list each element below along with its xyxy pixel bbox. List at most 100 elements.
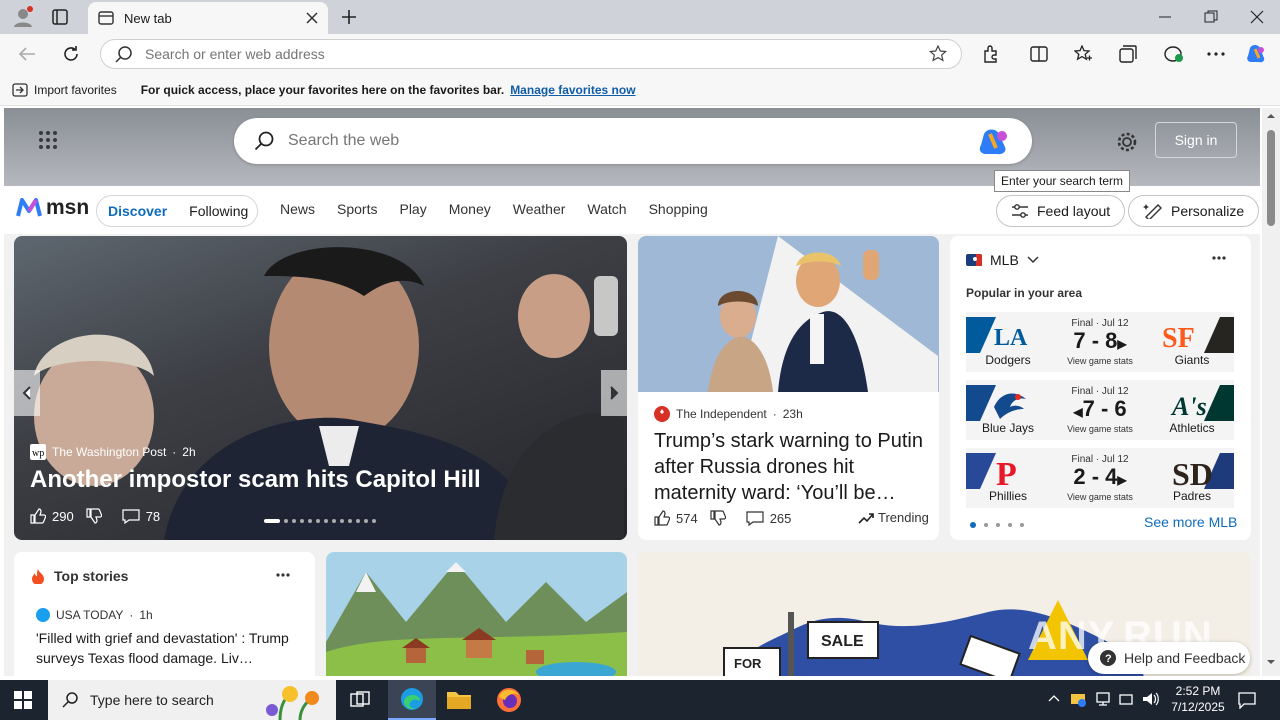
copilot-icon[interactable] [1246,43,1268,65]
web-search-box[interactable] [234,118,1032,164]
file-explorer-icon[interactable] [446,688,472,710]
game-row[interactable]: Blue Jays Final · Jul 12 ◀7 - 6 View gam… [966,380,1234,440]
indicator[interactable] [356,519,360,523]
carousel-prev-button[interactable] [14,370,40,416]
nav-shopping[interactable]: Shopping [649,201,708,217]
clock-date: 7/12/2025 [1171,700,1225,714]
sign-in-button[interactable]: Sign in [1155,122,1237,158]
security-tray-icon[interactable] [1070,691,1086,707]
favorites-icon[interactable] [1074,45,1092,63]
feed-layout-button[interactable]: Feed layout [996,195,1126,227]
new-tab-button[interactable] [340,8,358,26]
game-row[interactable]: LA Dodgers Final · Jul 12 7 - 8▶ View ga… [966,312,1234,372]
close-tab-icon[interactable] [306,12,318,24]
split-screen-icon[interactable] [1030,45,1048,63]
address-input[interactable] [145,46,917,62]
browser-essentials-icon[interactable] [1163,45,1183,63]
clock[interactable]: 2:52 PM 7/12/2025 [1168,683,1228,715]
more-options-icon[interactable] [1207,52,1225,56]
nav-play[interactable]: Play [399,201,426,217]
nav-watch[interactable]: Watch [587,201,626,217]
nav-news[interactable]: News [280,201,315,217]
show-hidden-icons-icon[interactable] [1048,694,1060,702]
nav-money[interactable]: Money [449,201,491,217]
dislike-icon[interactable] [710,510,726,526]
second-headline[interactable]: Trump’s stark warning to Putin after Rus… [654,428,924,506]
pager-dot-active[interactable] [970,522,976,528]
top-stories-more-icon[interactable] [276,573,290,577]
carousel-next-button[interactable] [601,370,627,416]
profile-icon[interactable] [12,6,34,28]
back-icon[interactable] [18,46,36,62]
tab-following[interactable]: Following [178,203,259,219]
indicator[interactable] [348,519,352,523]
indicator[interactable] [372,519,376,523]
manage-favorites-link[interactable]: Manage favorites now [510,83,635,97]
apps-launcher-icon[interactable] [38,130,58,150]
help-feedback-button[interactable]: ? Help and Feedback [1088,642,1250,674]
tab-discover[interactable]: Discover [97,203,178,219]
indicator[interactable] [340,519,344,523]
web-search-input[interactable] [288,132,964,150]
top-story-headline[interactable]: 'Filled with grief and devastation' : Tr… [36,628,300,670]
notifications-icon[interactable] [1238,691,1256,709]
task-view-icon[interactable] [350,691,370,709]
nav-weather[interactable]: Weather [513,201,566,217]
hero-headline[interactable]: Another impostor scam hits Capitol Hill [30,466,481,494]
view-game-stats-link[interactable]: View game stats [1050,492,1150,502]
import-favorites-button[interactable]: Import favorites [34,83,117,97]
tab-new-tab[interactable]: New tab [88,2,328,34]
firefox-icon[interactable] [496,687,522,713]
second-story-card[interactable]: The Independent · 23h Trump’s stark warn… [638,236,939,540]
view-game-stats-link[interactable]: View game stats [1050,356,1150,366]
view-game-stats-link[interactable]: View game stats [1050,424,1150,434]
pager-dot[interactable] [1020,523,1024,527]
personalize-button[interactable]: Personalize [1128,195,1260,227]
start-windows-icon[interactable] [14,691,32,709]
indicator[interactable] [300,519,304,523]
indicator[interactable] [284,519,288,523]
like-icon[interactable] [654,510,670,526]
tab-actions-icon[interactable] [52,9,68,25]
page-scrollbar[interactable] [1262,108,1280,676]
comment-icon[interactable] [122,508,140,524]
network-tray-icon[interactable] [1095,691,1111,707]
taskbar-search-box[interactable]: Type here to search [48,680,336,720]
indicator[interactable] [308,519,312,523]
settings-gear-icon[interactable] [1116,131,1138,153]
like-icon[interactable] [30,508,46,524]
indicator[interactable] [324,519,328,523]
indicator[interactable] [292,519,296,523]
game-row[interactable]: P Phillies Final · Jul 12 2 - 4▶ View ga… [966,448,1234,508]
svg-text:?: ? [1105,653,1112,665]
indicator[interactable] [332,519,336,523]
msn-logo[interactable]: msn [16,196,89,220]
copilot-icon[interactable] [978,126,1012,156]
see-more-mlb-link[interactable]: See more MLB [1144,514,1237,530]
game-illustration-card[interactable] [326,552,627,676]
wifi-tray-icon[interactable] [1118,691,1134,707]
search-icon [115,46,132,63]
hero-story-card[interactable]: wp The Washington Post · 2h Another impo… [14,236,627,540]
indicator[interactable] [316,519,320,523]
pager-dot[interactable] [1008,523,1012,527]
mlb-more-options-icon[interactable] [1212,256,1226,260]
nav-sports[interactable]: Sports [337,201,377,217]
pager-dot[interactable] [996,523,1000,527]
comment-icon[interactable] [746,510,764,526]
edge-taskbar-icon[interactable] [388,680,436,720]
indicator[interactable] [364,519,368,523]
refresh-icon[interactable] [62,45,80,63]
favorite-star-icon[interactable] [929,45,947,63]
close-window-icon[interactable] [1250,10,1264,24]
restore-icon[interactable] [1204,10,1218,24]
address-bar[interactable] [100,39,962,69]
extensions-icon[interactable] [982,45,1000,63]
volume-icon[interactable] [1142,691,1160,707]
mlb-header[interactable]: MLB [966,252,1039,268]
collections-icon[interactable] [1119,45,1137,63]
indicator-active[interactable] [264,519,280,523]
dislike-icon[interactable] [86,508,102,524]
pager-dot[interactable] [984,523,988,527]
minimize-icon[interactable] [1158,10,1172,24]
